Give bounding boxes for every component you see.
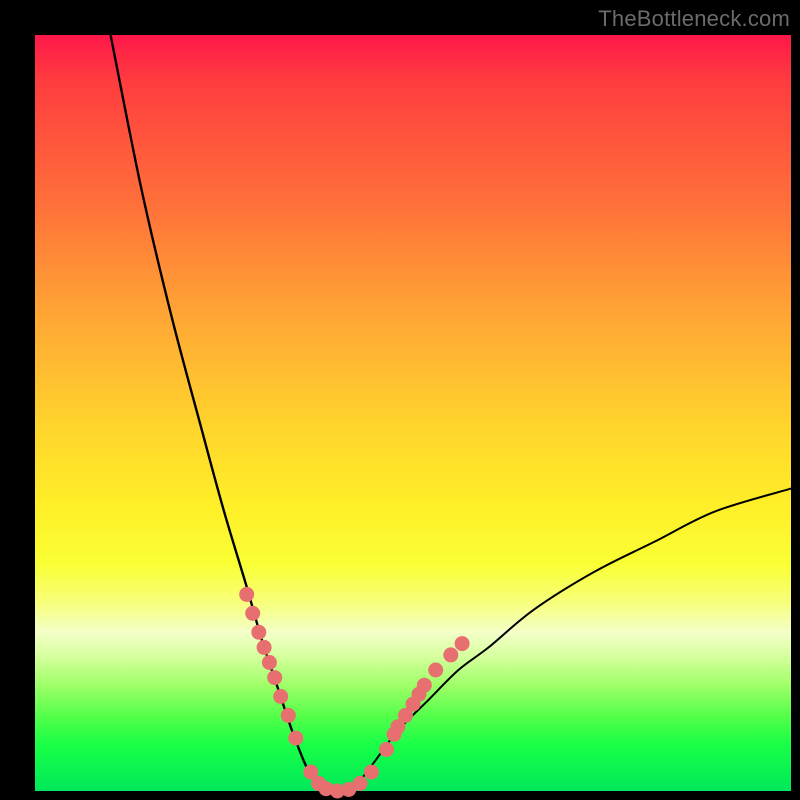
chart-stage: TheBottleneck.com: [0, 0, 800, 800]
data-marker: [428, 663, 443, 678]
data-marker: [379, 742, 394, 757]
watermark-text: TheBottleneck.com: [598, 6, 790, 32]
data-marker: [353, 776, 368, 791]
data-marker: [239, 587, 254, 602]
data-marker: [267, 670, 282, 685]
data-marker: [251, 625, 266, 640]
data-marker: [288, 731, 303, 746]
data-marker: [281, 708, 296, 723]
data-marker: [262, 655, 277, 670]
data-marker: [245, 606, 260, 621]
data-marker: [455, 636, 470, 651]
curve-right-branch: [353, 489, 792, 791]
data-marker: [417, 678, 432, 693]
data-marker: [257, 640, 272, 655]
data-marker: [364, 765, 379, 780]
curve-left-branch: [111, 35, 323, 791]
chart-svg: [35, 35, 791, 791]
data-marker: [273, 689, 288, 704]
data-marker: [443, 647, 458, 662]
